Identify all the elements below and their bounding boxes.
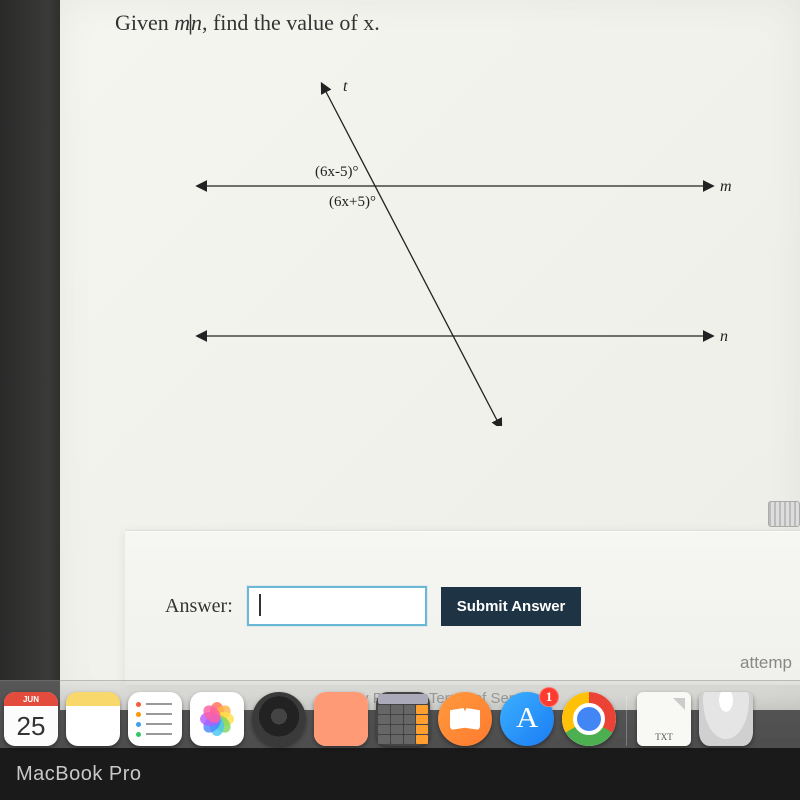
q-suffix: , find the value of x. bbox=[202, 10, 380, 35]
answer-row: Answer: Submit Answer bbox=[165, 586, 581, 626]
q-prefix: Given bbox=[115, 10, 174, 35]
attempt-counter: attemp bbox=[740, 653, 792, 673]
angle-top-label: (6x-5)° bbox=[315, 164, 358, 180]
bezel-left bbox=[0, 0, 60, 680]
line-t bbox=[323, 86, 500, 426]
reminders-app-icon[interactable] bbox=[128, 692, 182, 746]
app-content: Given m||n, find the value of x. t m n (… bbox=[60, 0, 800, 710]
submit-answer-button[interactable]: Submit Answer bbox=[441, 587, 582, 626]
diagram-svg: t m n (6x-5)° (6x+5)° bbox=[145, 56, 745, 426]
text-cursor bbox=[259, 594, 261, 616]
parallel-symbol: || bbox=[188, 10, 189, 35]
appstore-badge: 1 bbox=[539, 687, 559, 707]
question-area: Given m||n, find the value of x. t m n (… bbox=[60, 0, 800, 710]
calendar-app-icon[interactable]: JUN 25 bbox=[4, 692, 58, 746]
keyboard-icon[interactable] bbox=[768, 501, 800, 527]
photobooth-app-icon[interactable] bbox=[314, 692, 368, 746]
books-app-icon[interactable] bbox=[438, 692, 492, 746]
answer-input-wrap bbox=[247, 586, 427, 626]
calendar-day: 25 bbox=[4, 706, 58, 746]
photos-flower-icon bbox=[200, 702, 234, 736]
doc-ext: TXT bbox=[655, 732, 673, 742]
label-n: n bbox=[720, 328, 728, 345]
geometry-diagram: t m n (6x-5)° (6x+5)° bbox=[145, 56, 745, 426]
question-prompt: Given m||n, find the value of x. bbox=[115, 10, 800, 36]
macos-dock: JUN 25 1 TXT bbox=[0, 680, 800, 748]
calendar-month: JUN bbox=[4, 692, 58, 706]
answer-panel: Answer: Submit Answer attemp bbox=[125, 530, 800, 685]
document-icon[interactable]: TXT bbox=[637, 692, 691, 746]
label-t: t bbox=[343, 78, 348, 95]
label-m: m bbox=[720, 178, 732, 195]
notes-app-icon[interactable] bbox=[66, 692, 120, 746]
trash-icon[interactable] bbox=[699, 692, 753, 746]
q-var-n: n bbox=[191, 10, 202, 35]
angle-bottom-label: (6x+5)° bbox=[329, 194, 376, 210]
chrome-app-icon[interactable] bbox=[562, 692, 616, 746]
device-label: MacBook Pro bbox=[16, 763, 142, 786]
appstore-app-icon[interactable]: 1 bbox=[500, 692, 554, 746]
answer-input[interactable] bbox=[247, 586, 427, 626]
calculator-app-icon[interactable] bbox=[376, 692, 430, 746]
photos-app-icon[interactable] bbox=[190, 692, 244, 746]
answer-label: Answer: bbox=[165, 595, 233, 618]
camera-app-icon[interactable] bbox=[252, 692, 306, 746]
dock-divider bbox=[626, 696, 627, 746]
